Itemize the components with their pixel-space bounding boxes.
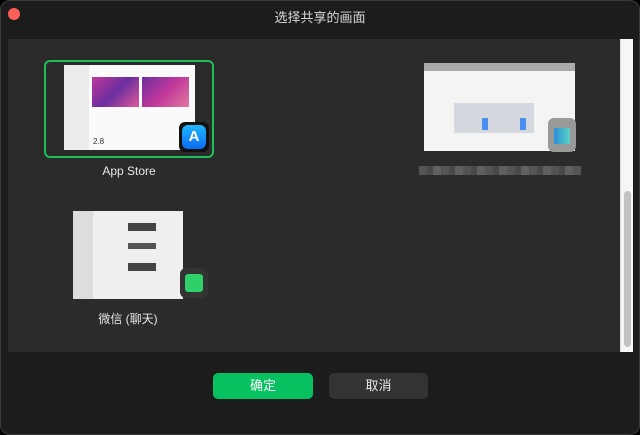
source-label: App Store (102, 164, 156, 178)
app-store-icon: A (182, 125, 206, 149)
source-label: 微信 (聊天) (98, 312, 158, 326)
app-store-thumbnail: 2.8 (64, 65, 195, 150)
dialog-title: 选择共享的画面 (274, 10, 366, 25)
wechat-thumbnail (73, 211, 183, 299)
wechat-icon (180, 268, 208, 298)
cancel-button[interactable]: 取消 (329, 373, 428, 399)
share-screen-dialog: 选择共享的画面 2.8 A App Store 微信 (聊天) 确定 取消 (0, 0, 640, 435)
source-label-blurred (419, 166, 581, 175)
scrollbar[interactable] (620, 39, 633, 352)
app-store-badge: A (179, 122, 209, 152)
blurred-app-icon (548, 118, 576, 152)
confirm-button[interactable]: 确定 (213, 373, 313, 399)
scrollbar-thumb[interactable] (624, 191, 631, 347)
